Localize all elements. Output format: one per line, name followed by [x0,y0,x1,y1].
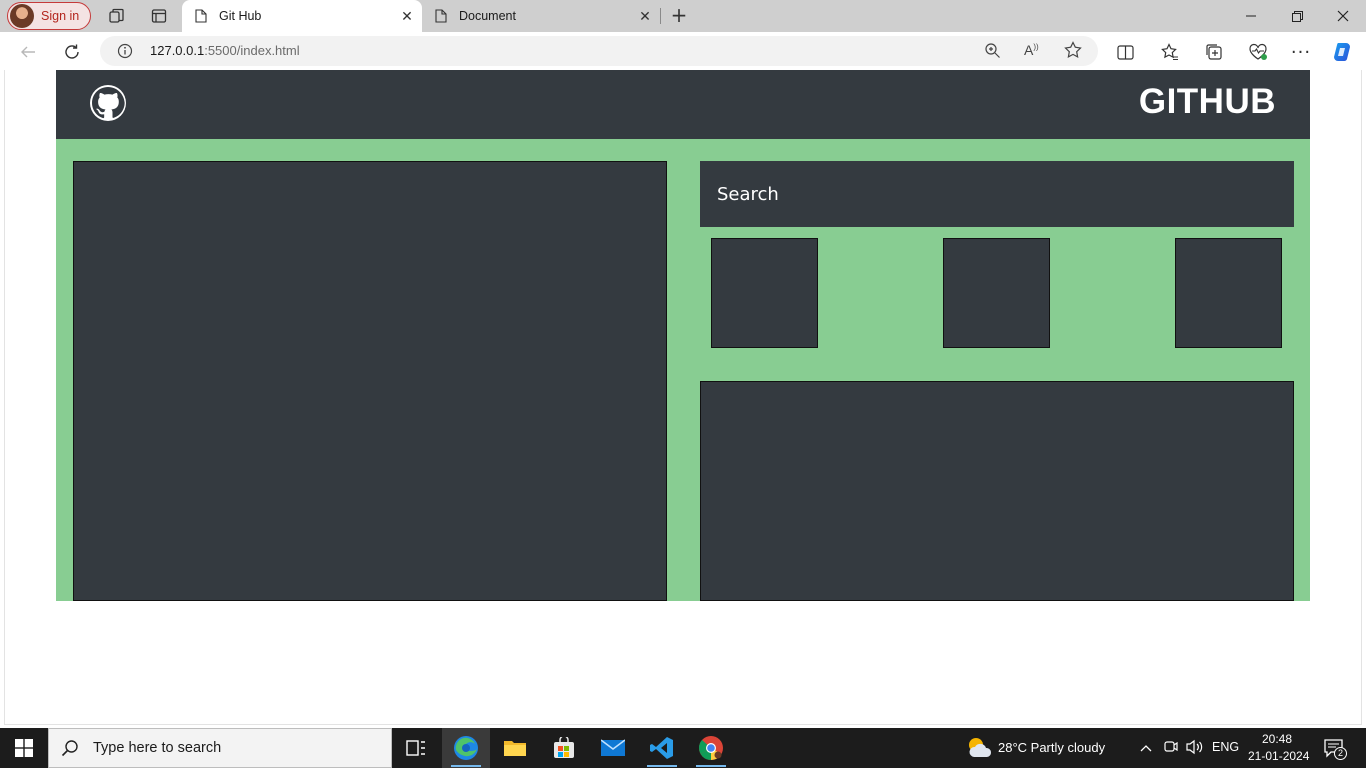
mail-icon[interactable] [589,728,637,768]
show-hidden-icons-icon[interactable] [1139,740,1153,759]
notification-count-badge: 2 [1334,747,1347,760]
tab-title: Document [459,9,516,23]
zoom-icon[interactable] [984,42,1001,63]
card-box [1175,238,1282,348]
microsoft-store-icon[interactable] [540,728,588,768]
tab-title: Git Hub [219,9,262,23]
page-icon [435,9,447,23]
sign-in-label: Sign in [41,9,80,23]
sign-in-button[interactable]: Sign in [7,2,91,30]
site-header: GITHUB [56,70,1310,139]
card-box [943,238,1050,348]
vscode-icon[interactable] [638,728,686,768]
collections-icon[interactable] [1203,41,1225,63]
browser-toolbar: 127.0.0.1:5500/index.html A)) ··· [0,32,1366,70]
chrome-icon[interactable] [687,728,735,768]
read-aloud-icon[interactable]: A)) [1024,42,1039,58]
close-window-icon[interactable] [1320,0,1366,32]
partly-cloudy-icon[interactable] [965,735,993,765]
split-screen-icon[interactable] [1114,41,1136,63]
edge-app-icon[interactable] [442,728,490,768]
tab-divider [660,8,661,24]
site-main [56,139,1310,601]
left-panel [73,161,667,601]
info-icon[interactable] [117,43,133,63]
page-icon [195,9,207,23]
more-options-icon[interactable]: ··· [1290,41,1312,63]
favorite-star-icon[interactable] [1064,41,1082,63]
file-explorer-icon[interactable] [491,728,539,768]
close-tab-icon[interactable]: ✕ [392,8,422,25]
url-text: 127.0.0.1:5500/index.html [150,43,300,58]
meet-now-icon[interactable] [1163,739,1179,759]
copilot-icon[interactable] [1331,41,1353,63]
weather-text[interactable]: 28°C Partly cloudy [998,740,1105,755]
favorites-icon[interactable] [1159,41,1181,63]
new-tab-button[interactable]: + [668,5,690,27]
url-path: :5500/index.html [204,43,300,58]
clock-date[interactable]: 21-01-2024 [1248,749,1309,763]
back-icon[interactable] [17,41,39,63]
url-host: 127.0.0.1 [150,43,205,58]
tab-git-hub[interactable]: Git Hub ✕ [182,0,422,32]
tab-actions-icon[interactable] [149,6,169,26]
address-bar[interactable]: 127.0.0.1:5500/index.html A)) [100,36,1098,66]
github-logo-icon[interactable] [90,85,126,121]
bottom-right-panel [700,381,1294,601]
search-icon [61,740,78,757]
clock-time[interactable]: 20:48 [1262,732,1292,746]
browser-essentials-icon[interactable] [1247,41,1269,63]
refresh-icon[interactable] [61,41,83,63]
volume-icon[interactable] [1186,739,1204,759]
workspaces-icon[interactable] [107,6,127,26]
windows-taskbar: Type here to search 28°C Partly cloudy E… [0,728,1366,768]
taskbar-search-placeholder: Type here to search [93,740,222,756]
site-title: GITHUB [1138,82,1276,121]
windows-start-icon[interactable] [0,728,48,768]
search-input[interactable] [700,161,1294,227]
close-tab-icon[interactable]: ✕ [630,8,660,25]
taskbar-search-box[interactable]: Type here to search [48,728,392,768]
language-indicator[interactable]: ENG [1212,740,1239,754]
card-box [711,238,818,348]
tab-document[interactable]: Document ✕ [422,0,660,32]
task-view-icon[interactable] [392,728,440,768]
avatar [10,4,34,28]
browser-tab-strip: Sign in Git Hub ✕ Document ✕ + [0,0,1366,32]
notifications-icon[interactable]: 2 [1324,738,1347,760]
minimize-icon[interactable] [1228,0,1274,32]
restore-icon[interactable] [1274,0,1320,32]
